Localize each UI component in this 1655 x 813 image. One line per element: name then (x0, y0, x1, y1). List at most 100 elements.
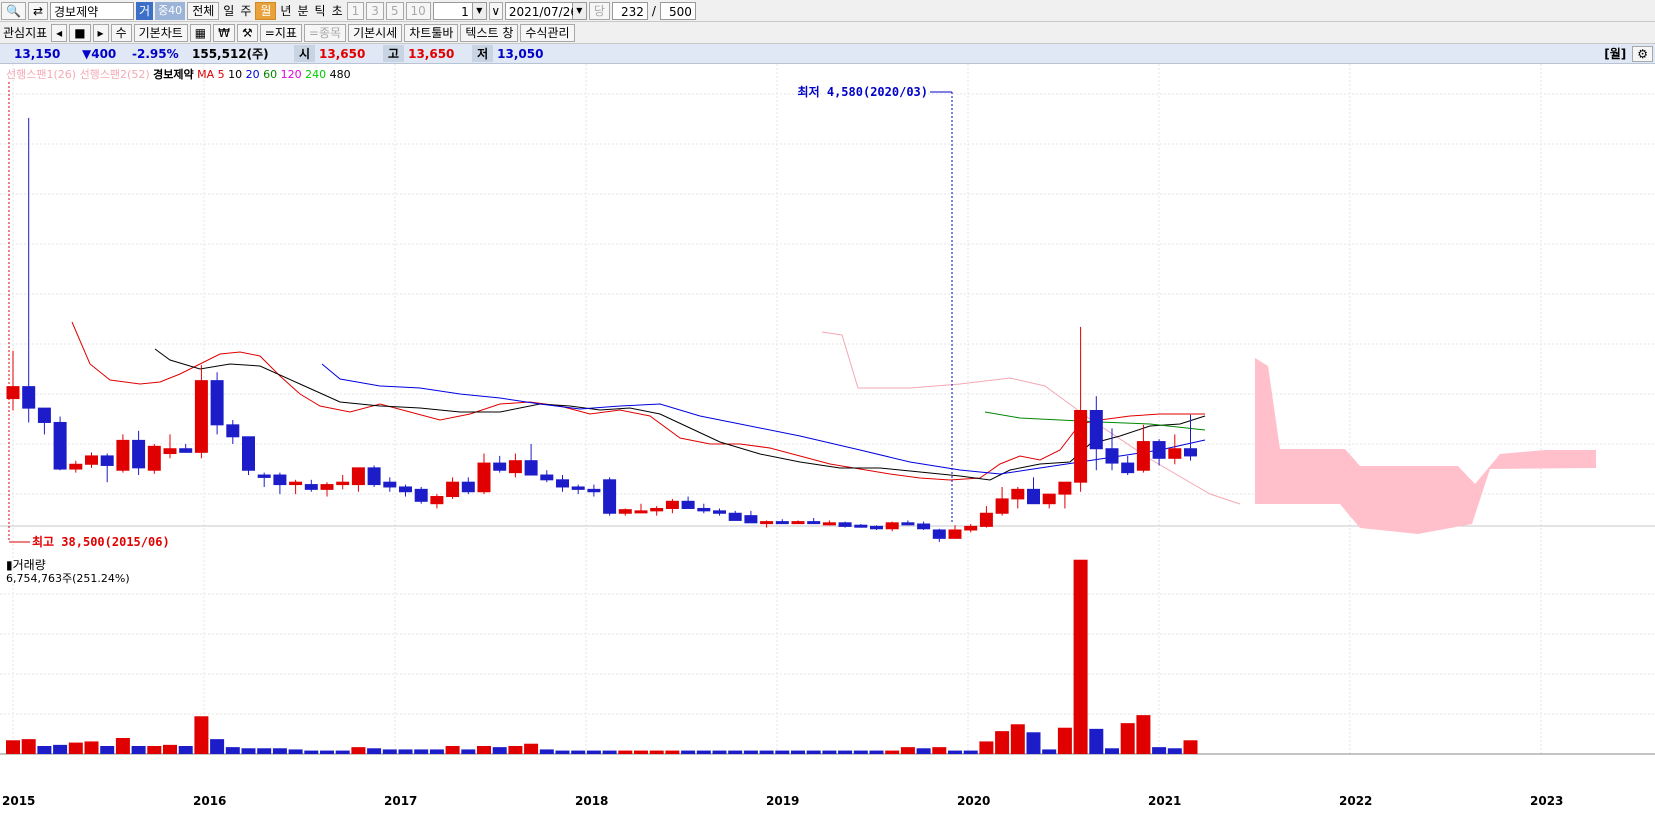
basic-quote-button[interactable]: 기본시세 (348, 23, 403, 42)
x-tick-label: 2016 (193, 794, 226, 808)
settings-icon[interactable]: ⚙ (1632, 45, 1653, 62)
candle-body (556, 479, 569, 488)
count-value[interactable]: 1 (432, 1, 473, 20)
period-minute[interactable]: 분 (295, 2, 310, 20)
period-month[interactable]: 월 (255, 1, 277, 20)
candle-body (461, 481, 475, 493)
period-tick[interactable]: 틱 (313, 2, 328, 20)
chart-toolbar-button[interactable]: 차트툴바 (404, 23, 459, 42)
dang-button[interactable]: 당 (588, 1, 610, 20)
volume-bar (1152, 747, 1167, 754)
candle-body (587, 488, 601, 493)
volume-bar (963, 750, 978, 754)
volume-bar (115, 738, 130, 754)
candle-body (807, 521, 821, 525)
candle-body (650, 507, 664, 512)
count-separator: / (651, 3, 656, 18)
stock-name-input[interactable]: 경보제약 (50, 1, 135, 20)
date-select[interactable]: 2021/07/26 ▼ (504, 1, 587, 20)
nav-next-button[interactable]: ▸ (92, 23, 109, 42)
period-day[interactable]: 일 (221, 2, 236, 20)
volume-bar (948, 750, 962, 754)
period-tag: [월] (1604, 47, 1627, 61)
volume-bar (979, 741, 994, 754)
date-value[interactable]: 2021/07/26 (504, 1, 578, 20)
leading-span-line (821, 331, 1241, 505)
nav-stop-button[interactable]: ■ (69, 23, 91, 42)
candle-body (116, 439, 130, 471)
period-all[interactable]: 전체 (187, 1, 220, 20)
volume-bar (21, 739, 36, 754)
interest-indicator-button[interactable]: 관심지표 (1, 24, 49, 42)
chevron-down-icon[interactable]: ∨ (488, 1, 503, 20)
volume-bar (853, 750, 868, 754)
volume-bar (932, 747, 947, 754)
volume-bar (225, 747, 240, 754)
candle-body (194, 380, 208, 453)
candle-body (697, 507, 711, 512)
text-window-button[interactable]: 텍스트 창 (460, 23, 519, 42)
x-tick-label: 2015 (2, 794, 35, 808)
num-button-10[interactable]: 10 (405, 1, 431, 20)
display-count-input[interactable]: 232 (611, 1, 648, 20)
won-button[interactable]: ₩ (213, 23, 236, 42)
candle-body (179, 448, 193, 453)
volume-bar (241, 748, 256, 754)
candle-body (22, 386, 36, 409)
volume-bar (1057, 727, 1072, 754)
volume-bar (84, 741, 99, 754)
su-button[interactable]: 수 (110, 23, 132, 42)
candle-body (163, 448, 177, 455)
total-count-input[interactable]: 500 (659, 1, 696, 20)
volume-bar (869, 750, 884, 754)
candle-body (1042, 493, 1056, 505)
volume-bar (6, 740, 20, 754)
candle-body (37, 407, 51, 423)
volume-bar (806, 750, 821, 754)
period-week[interactable]: 주 (238, 2, 253, 20)
indicator-button[interactable]: =지표 (259, 23, 302, 42)
price-volume-chart[interactable]: 최고 38,500(2015/06) 최저 4,580(2020/03) 2015 2… (0, 64, 1655, 813)
top-toolbar: 🔍 ⇄ 경보제약 거 중40 전체 일 주 월 년 분 틱 초 1 3 5 10… (0, 0, 1655, 22)
num-button-1[interactable]: 1 (346, 1, 365, 20)
search-icon[interactable]: 🔍 (1, 1, 26, 20)
candle-body (493, 462, 507, 471)
item-button[interactable]: =종목 (303, 23, 347, 42)
candle-body (508, 460, 522, 474)
period-second[interactable]: 초 (330, 2, 345, 20)
formula-manager-button[interactable]: 수식관리 (520, 23, 575, 42)
candle-body (430, 496, 444, 505)
volume-bar (178, 746, 193, 754)
chevron-down-icon[interactable]: ▼ (472, 1, 487, 20)
x-tick-label: 2018 (575, 794, 608, 808)
candle-body (69, 463, 83, 470)
candle-body (226, 424, 240, 438)
chart-type-icon[interactable]: ▦ (189, 23, 212, 42)
nav-prev-button[interactable]: ◂ (51, 23, 68, 42)
candle-body (320, 484, 334, 490)
num-button-3[interactable]: 3 (366, 1, 384, 20)
volume-bar (712, 750, 727, 754)
wrench-icon[interactable]: ⚒ (237, 23, 258, 42)
x-tick-label: 2020 (957, 794, 990, 808)
volume-bar (194, 716, 209, 754)
volume-bar (335, 750, 350, 754)
volume-bar (68, 742, 83, 754)
count-select[interactable]: 1 ▼ (432, 1, 487, 20)
volume-bar (1010, 724, 1025, 754)
x-tick-label: 2022 (1339, 794, 1372, 808)
chevron-down-icon[interactable]: ▼ (572, 1, 587, 20)
num-button-5[interactable]: 5 (385, 1, 404, 20)
basic-chart-button[interactable]: 기본차트 (133, 23, 188, 42)
volume-bar (1136, 715, 1151, 754)
volume-bar (791, 750, 805, 754)
candle-body (53, 421, 67, 470)
tag-jung[interactable]: 중40 (155, 1, 186, 20)
candle-body (336, 481, 350, 486)
swap-icon[interactable]: ⇄ (27, 1, 49, 20)
period-year[interactable]: 년 (278, 2, 293, 20)
volume-bar (1120, 723, 1135, 754)
volume-bar (429, 749, 444, 754)
high-annotation: 최고 38,500(2015/06) (32, 534, 170, 549)
tag-ge[interactable]: 거 (136, 1, 154, 20)
